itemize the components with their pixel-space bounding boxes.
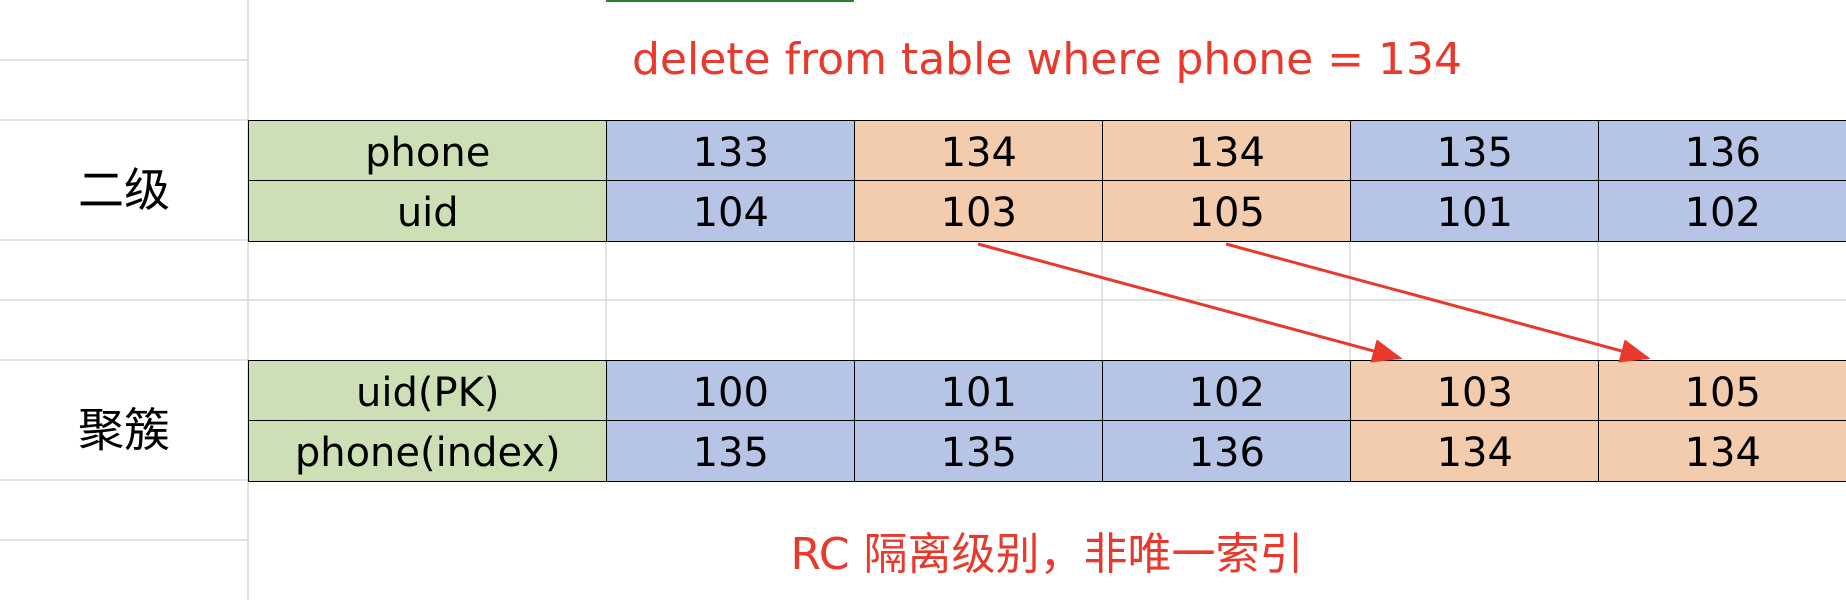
secondary-index-cell: 103	[854, 180, 1104, 242]
secondary-index-cell: 104	[606, 180, 856, 242]
isolation-note: RC 隔离级别，非唯一索引	[790, 529, 1304, 580]
clustered-index-cell: 134	[1598, 420, 1846, 482]
secondary-index-header-1: uid	[248, 180, 608, 242]
clustered-index-cell: 103	[1350, 360, 1600, 422]
clustered-index-cell: 134	[1350, 420, 1600, 482]
clustered-index-header-1: phone(index)	[248, 420, 608, 482]
secondary-index-cell: 136	[1598, 120, 1846, 182]
secondary-index-cell: 134	[1102, 120, 1352, 182]
secondary-index-cell: 105	[1102, 180, 1352, 242]
secondary-index-label: 二级	[78, 163, 170, 217]
clustered-index-cell: 101	[854, 360, 1104, 422]
secondary-index-cell: 102	[1598, 180, 1846, 242]
clustered-index-label: 聚簇	[78, 403, 170, 457]
query-title: delete from table where phone = 134	[631, 34, 1463, 85]
secondary-index-cell: 135	[1350, 120, 1600, 182]
clustered-index-cell: 135	[854, 420, 1104, 482]
clustered-index-cell: 100	[606, 360, 856, 422]
secondary-index-cell: 101	[1350, 180, 1600, 242]
clustered-index-cell: 136	[1102, 420, 1352, 482]
clustered-index-cell: 105	[1598, 360, 1846, 422]
secondary-index-header-0: phone	[248, 120, 608, 182]
spreadsheet-gridlines	[0, 0, 1846, 600]
secondary-index-cell: 134	[854, 120, 1104, 182]
clustered-index-cell: 102	[1102, 360, 1352, 422]
clustered-index-cell: 135	[606, 420, 856, 482]
secondary-index-cell: 133	[606, 120, 856, 182]
clustered-index-header-0: uid(PK)	[248, 360, 608, 422]
